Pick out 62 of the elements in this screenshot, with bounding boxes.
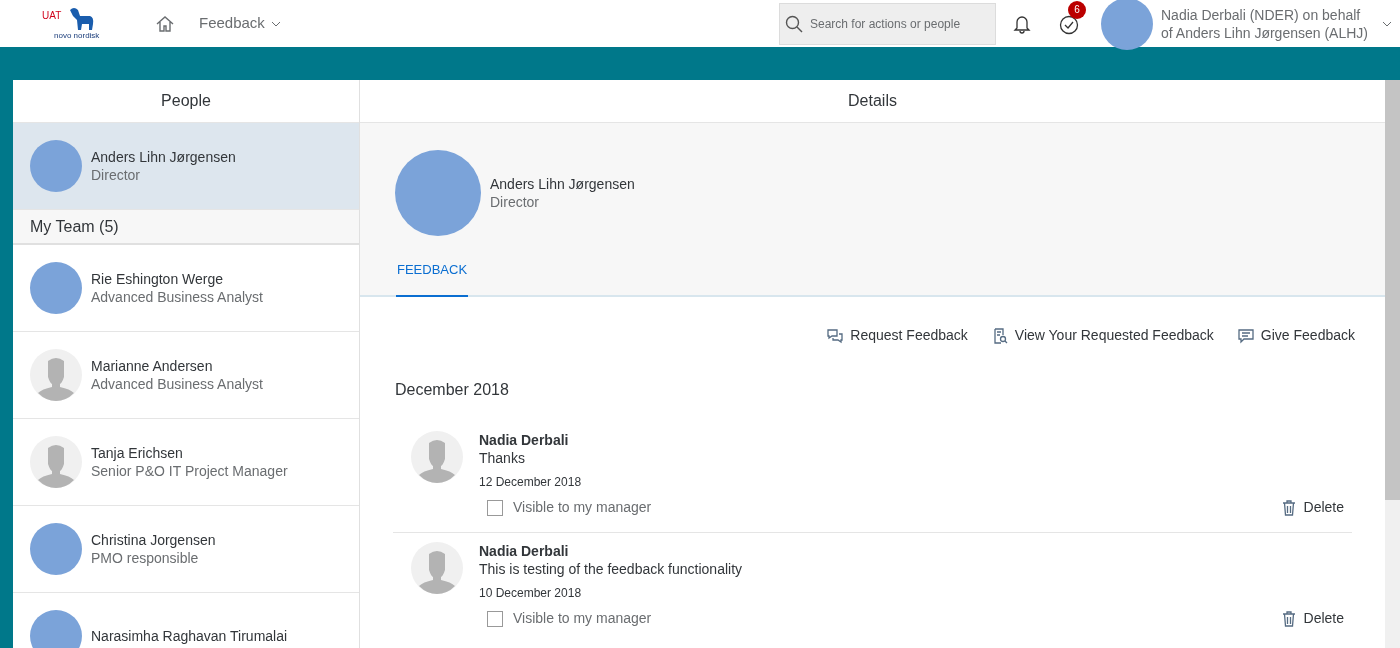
chat-bubbles-icon bbox=[827, 327, 844, 344]
person-silhouette-icon bbox=[411, 542, 463, 594]
panel-title: People bbox=[161, 91, 211, 111]
feedback-date: 12 December 2018 bbox=[479, 474, 583, 491]
person-name: Rie Eshington Werge bbox=[91, 270, 225, 288]
feedback-text: This is testing of the feedback functionality bbox=[479, 560, 744, 578]
chevron-down-icon[interactable] bbox=[1382, 20, 1392, 27]
bell-icon[interactable] bbox=[1012, 13, 1032, 34]
logo-text: novo nordisk bbox=[54, 29, 100, 42]
person-role: Director bbox=[490, 192, 540, 211]
chat-bubble-icon bbox=[1237, 327, 1254, 344]
person-role: Advanced Business Analyst bbox=[91, 288, 263, 306]
person-name: Anders Lihn Jørgensen bbox=[490, 174, 635, 193]
action-link[interactable]: Request Feedback bbox=[827, 325, 968, 346]
avatar-photo-placeholder bbox=[30, 523, 82, 575]
feedback-date: 10 December 2018 bbox=[479, 585, 583, 602]
checkbox-label: Visible to my manager bbox=[513, 498, 652, 517]
scrollbar[interactable] bbox=[1385, 80, 1400, 648]
document-search-icon bbox=[991, 327, 1008, 344]
env-label: UAT bbox=[42, 8, 62, 23]
avatar-photo-placeholder bbox=[30, 610, 82, 648]
person-name: Narasimha Raghavan Tirumalai bbox=[91, 627, 288, 645]
person-silhouette-icon bbox=[411, 431, 463, 483]
group-header: My Team (5) bbox=[13, 210, 359, 245]
avatar-photo-placeholder bbox=[1101, 0, 1153, 50]
notification-badge: 6 bbox=[1068, 0, 1086, 19]
search-field[interactable]: Search for actions or people bbox=[779, 2, 996, 45]
home-icon[interactable] bbox=[155, 13, 175, 34]
action-link[interactable]: View Your Requested Feedback bbox=[991, 325, 1214, 346]
checkbox[interactable] bbox=[487, 610, 503, 627]
person-silhouette-icon bbox=[30, 436, 82, 488]
month-heading: December 2018 bbox=[395, 380, 509, 400]
person-name: Marianne Andersen bbox=[91, 357, 214, 375]
action-link[interactable]: Give Feedback bbox=[1237, 325, 1355, 346]
avatar-photo-placeholder bbox=[30, 262, 82, 314]
delete-button[interactable]: Delete bbox=[1281, 497, 1344, 518]
search-icon bbox=[785, 14, 803, 33]
user-menu[interactable]: Nadia Derbali (NDER) on behalf of Anders Lihn Jørgensen (ALHJ) bbox=[1161, 5, 1368, 42]
avatar-photo-placeholder bbox=[30, 140, 82, 192]
app-title-menu[interactable]: Feedback bbox=[199, 12, 281, 35]
person-role: PMO responsible bbox=[91, 549, 200, 567]
panel-title: Details bbox=[848, 91, 897, 111]
checkbox-label: Visible to my manager bbox=[513, 609, 652, 628]
person-role: Senior P&O IT Project Manager bbox=[91, 462, 288, 480]
person-role: Director bbox=[91, 166, 141, 184]
checkbox[interactable] bbox=[487, 499, 503, 516]
chevron-down-icon bbox=[270, 20, 281, 27]
person-name: Christina Jorgensen bbox=[91, 531, 216, 549]
tab[interactable]: FEEDBACK bbox=[396, 245, 469, 297]
person-name: Tanja Erichsen bbox=[91, 444, 184, 462]
person-name: Anders Lihn Jørgensen bbox=[91, 148, 236, 166]
person-list-item[interactable]: Anders Lihn Jørgensen Director bbox=[13, 123, 359, 210]
author-name: Nadia Derbali bbox=[479, 431, 570, 449]
trash-icon bbox=[1281, 499, 1296, 516]
trash-icon bbox=[1281, 610, 1296, 627]
feedback-text: Thanks bbox=[479, 449, 526, 467]
delete-button[interactable]: Delete bbox=[1281, 608, 1344, 629]
check-circle-icon[interactable] bbox=[1059, 14, 1079, 35]
person-silhouette-icon bbox=[30, 349, 82, 401]
person-role: Advanced Business Analyst bbox=[91, 375, 263, 393]
logo[interactable]: UAT novo nordisk bbox=[42, 3, 122, 44]
author-name: Nadia Derbali bbox=[479, 542, 570, 560]
